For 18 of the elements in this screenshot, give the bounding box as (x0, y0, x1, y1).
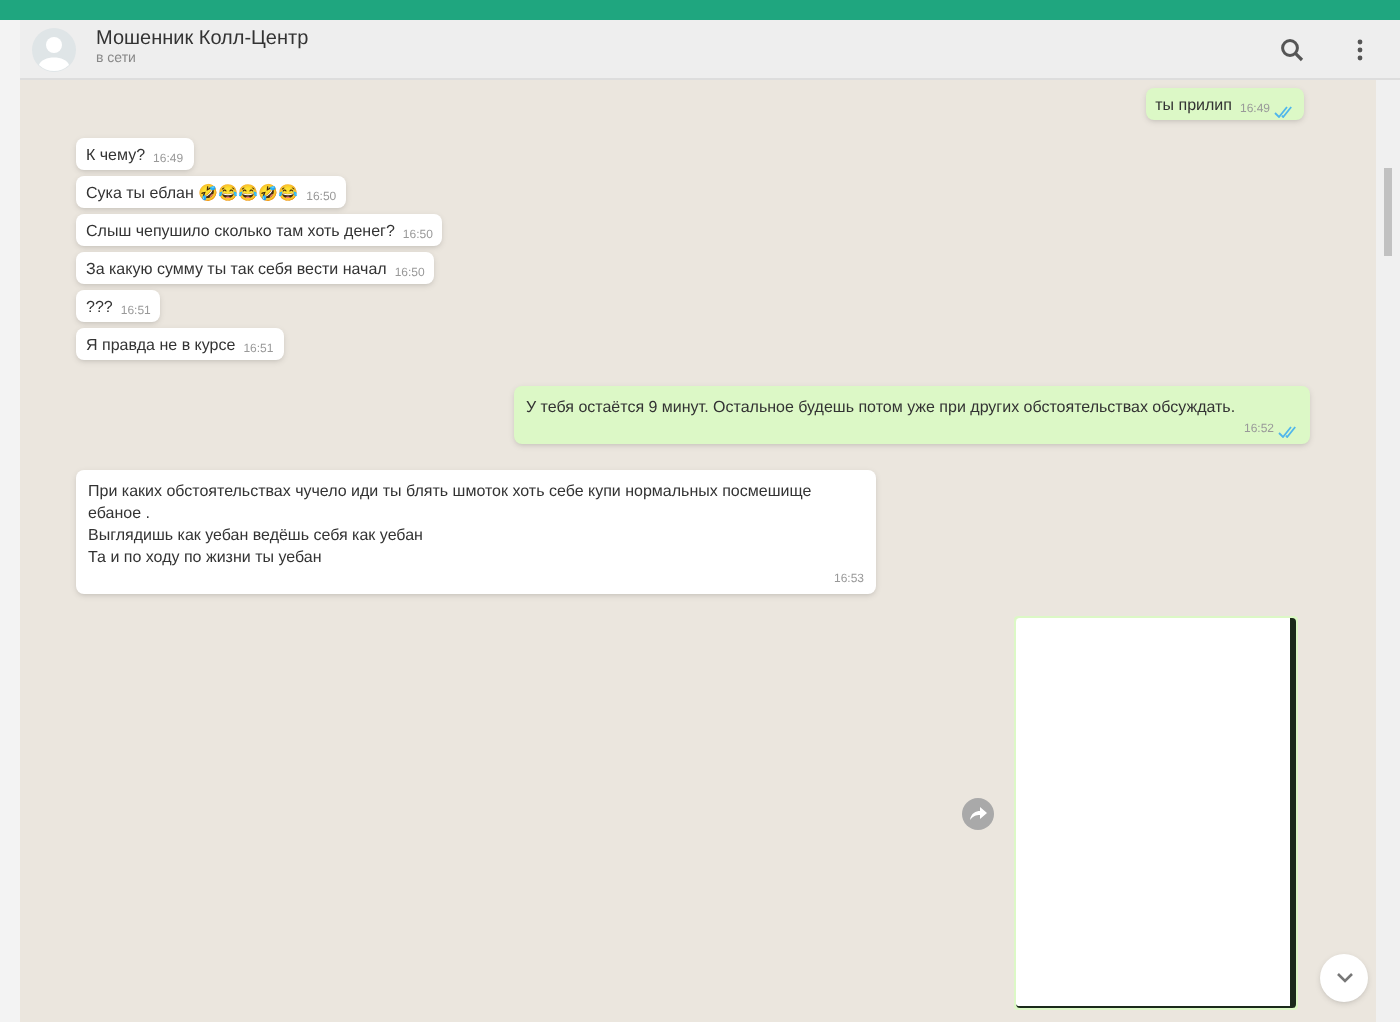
message-text: Та и по ходу по жизни ты уебан (88, 546, 324, 568)
message-text: ты прилип (1155, 94, 1232, 116)
menu-icon[interactable] (1356, 37, 1364, 61)
message-text: К чему? (86, 144, 146, 166)
message-text: Слыш чепушило сколько там хоть денег? (86, 220, 395, 242)
message-text: При каких обстоятельствах чучело иди ты блять шмоток хоть себе купи нормальных посмешище ебаное . (88, 480, 814, 524)
message-text: Сука ты еблан 🤣😂😂🤣😂 (86, 182, 299, 204)
scrollbar[interactable] (1376, 80, 1400, 1022)
contact-name: Мошенник Колл-Центр (96, 27, 311, 53)
search-icon[interactable] (1280, 37, 1304, 61)
message-text: За какую сумму ты так себя вести начал (86, 258, 387, 280)
chevron-down-icon (1335, 972, 1353, 984)
message-text: Я правда не в курсе (86, 334, 236, 356)
forward-icon[interactable] (962, 797, 994, 829)
message-text: Выглядишь как уебан ведёшь себя как уебан (88, 524, 425, 546)
message-text: У тебя остаётся 9 минут. Остальное будешь потом уже при других обстоятельствах обсуждать. (526, 396, 1238, 418)
avatar-icon[interactable] (32, 27, 76, 71)
message-text: ??? (86, 296, 113, 318)
